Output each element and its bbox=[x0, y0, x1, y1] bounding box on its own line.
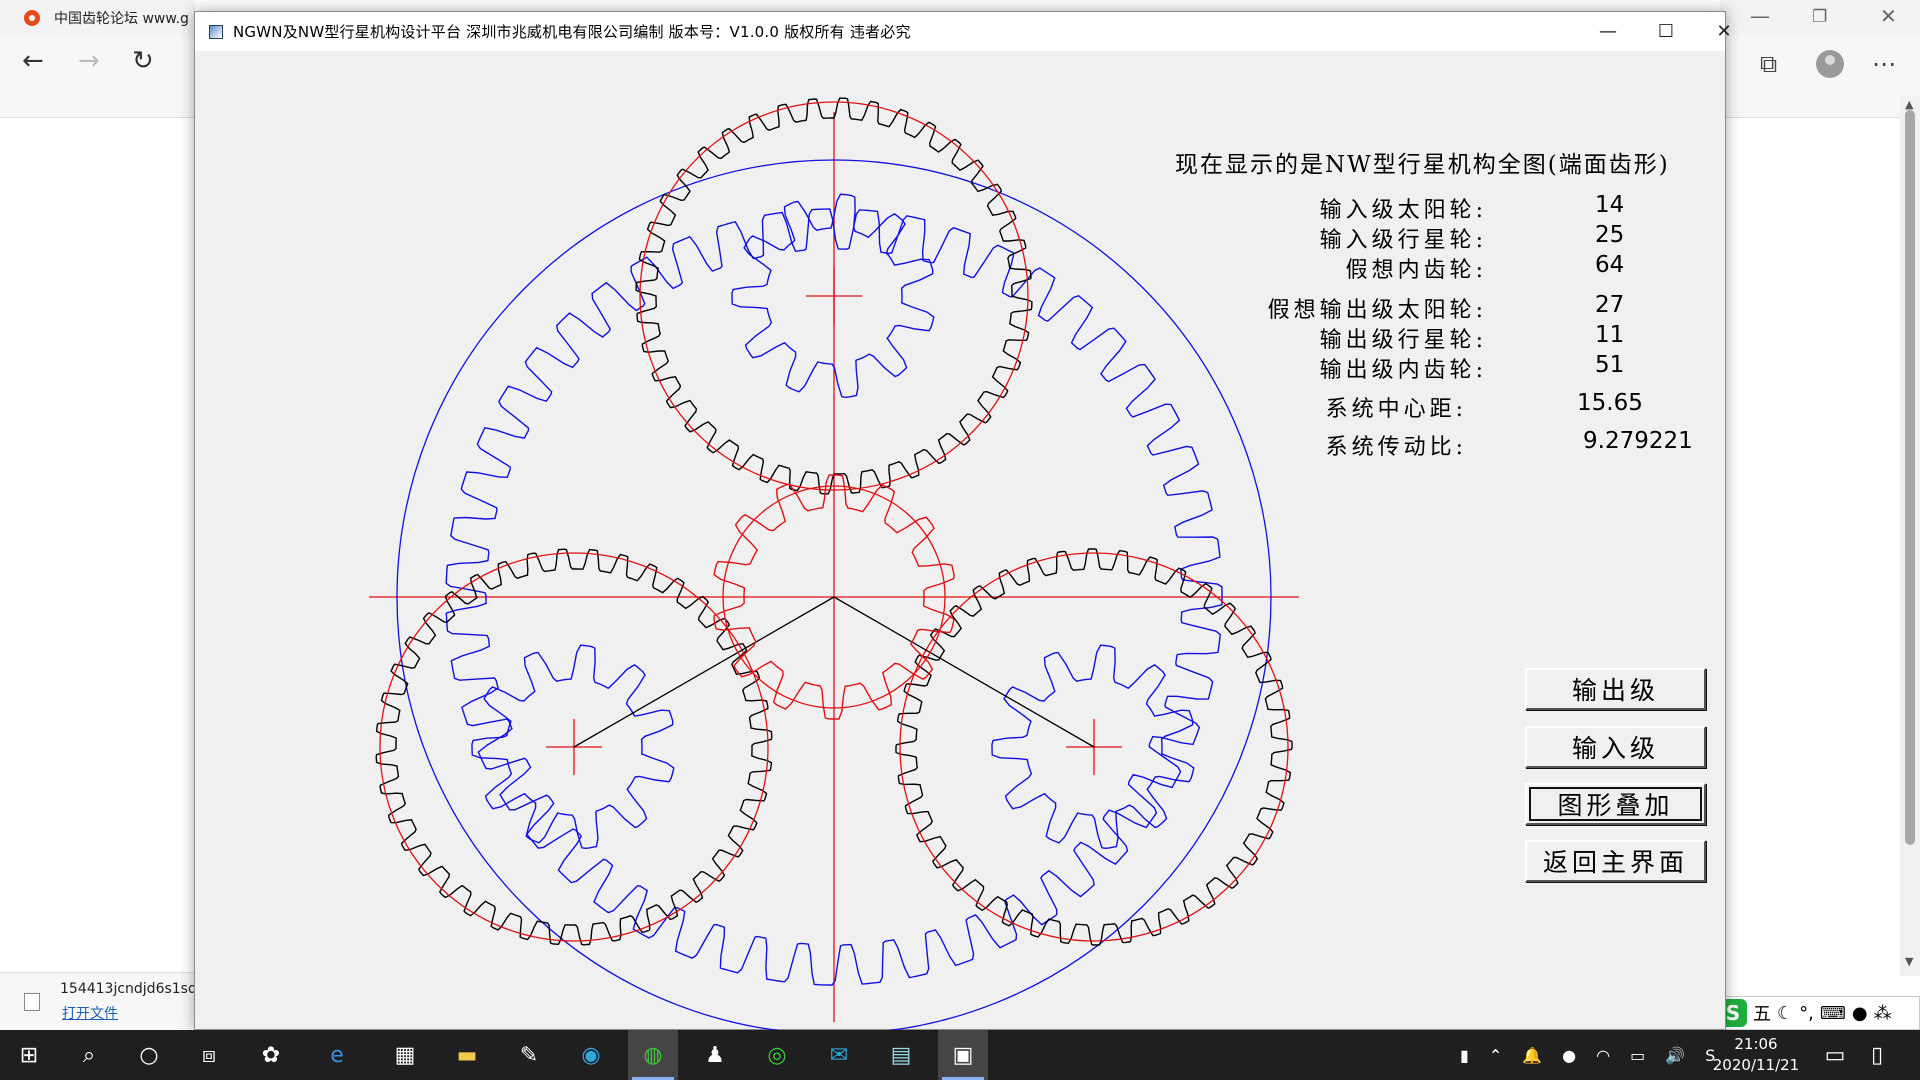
tray-expand-icon[interactable]: ⌃ bbox=[1489, 1046, 1502, 1065]
network-icon[interactable]: ◠ bbox=[1596, 1046, 1610, 1065]
scrollbar-thumb[interactable] bbox=[1905, 110, 1915, 845]
open-file-link[interactable]: 打开文件 bbox=[62, 1003, 118, 1023]
browser-tab[interactable]: 中国齿轮论坛 www.g bbox=[0, 0, 195, 36]
app-icon bbox=[209, 24, 223, 39]
output-stage-button[interactable]: 输出级 bbox=[1525, 668, 1706, 710]
ime-mode-label[interactable]: 五 bbox=[1753, 1000, 1771, 1026]
app-notes-icon[interactable]: ▤ bbox=[876, 1030, 926, 1080]
battery-indicator-icon[interactable]: ▮ bbox=[1460, 1046, 1469, 1065]
punctuation-icon[interactable]: °, bbox=[1799, 1003, 1814, 1024]
minimize-button[interactable]: — bbox=[1579, 12, 1637, 51]
maximize-button[interactable]: ☐ bbox=[1637, 12, 1695, 51]
download-item[interactable]: 154413jcndjd6s1sdl. 打开文件 bbox=[0, 972, 205, 1030]
app-pinwheel-icon[interactable]: ✿ bbox=[246, 1030, 296, 1080]
volume-icon[interactable]: 🔊 bbox=[1665, 1046, 1685, 1065]
carrier-arm-left bbox=[573, 596, 835, 748]
back-arrow-icon[interactable]: ← bbox=[22, 46, 44, 76]
input-stage-button[interactable]: 输入级 bbox=[1525, 726, 1706, 768]
overlay-button[interactable]: 图形叠加 bbox=[1525, 783, 1706, 825]
start-windows-icon[interactable]: ⊞ bbox=[4, 1030, 54, 1080]
app-titlebar[interactable]: NGWN及NW型行星机构设计平台 深圳市兆威机电有限公司编制 版本号：V1.0.… bbox=[195, 12, 1732, 51]
ime-toolbar[interactable]: S 五 ☾ °, ⌨ ● ⁂ bbox=[1712, 996, 1920, 1030]
internet-explorer-icon[interactable]: e bbox=[312, 1030, 362, 1080]
gear-design-app-icon[interactable]: ▣ bbox=[938, 1030, 988, 1080]
search-icon[interactable]: ⌕ bbox=[64, 1030, 114, 1080]
paint-icon[interactable]: ✎ bbox=[504, 1030, 554, 1080]
keyboard-icon[interactable]: ⌨ bbox=[1820, 1003, 1846, 1024]
close-button[interactable]: ✕ bbox=[1695, 12, 1753, 51]
site-favicon-icon bbox=[24, 10, 40, 26]
clock-date: 2020/11/21 bbox=[1712, 1056, 1800, 1074]
user-icon[interactable]: ● bbox=[1852, 1003, 1868, 1024]
grid-icon[interactable]: ⁂ bbox=[1874, 1003, 1892, 1024]
clock-time: 21:06 bbox=[1734, 1035, 1778, 1053]
edge-browser-icon[interactable]: ◉ bbox=[566, 1030, 616, 1080]
battery-icon[interactable]: ▭ bbox=[1630, 1046, 1645, 1065]
tray-app-icon[interactable]: ● bbox=[1562, 1046, 1576, 1065]
forward-arrow-icon[interactable]: → bbox=[78, 46, 100, 76]
calculator-icon[interactable]: ▦ bbox=[380, 1030, 430, 1080]
cortana-circle-icon[interactable]: ○ bbox=[124, 1030, 174, 1080]
qq-penguin-icon[interactable]: ♟ bbox=[690, 1030, 740, 1080]
system-clock[interactable]: 21:06 2020/11/21 bbox=[1706, 1034, 1806, 1076]
file-explorer-icon[interactable]: ▬ bbox=[442, 1030, 492, 1080]
gear-drawing-canvas bbox=[369, 97, 1299, 1030]
more-menu-icon[interactable]: ⋯ bbox=[1872, 50, 1896, 78]
windows-taskbar: ⊞ ⌕ ○ ⧈ ✿ e ▦ ▬ ✎ ◉ ◍ ♟ ◎ ✉ ▤ ▣ ▮ ⌃ 🔔 ● … bbox=[0, 1030, 1920, 1080]
show-desktop-icon[interactable]: ▯ bbox=[1852, 1030, 1902, 1080]
app-mail-icon[interactable]: ✉ bbox=[814, 1030, 864, 1080]
moon-icon[interactable]: ☾ bbox=[1777, 1003, 1793, 1024]
task-view-icon[interactable]: ⧈ bbox=[184, 1030, 234, 1080]
download-file-name: 154413jcndjd6s1sdl. bbox=[60, 981, 206, 997]
scroll-up-icon[interactable]: ▲ bbox=[1905, 98, 1913, 111]
collections-icon[interactable]: ⧉ bbox=[1760, 50, 1777, 78]
notification-bell-icon[interactable]: 🔔 bbox=[1522, 1046, 1542, 1065]
wechat-icon[interactable]: ◍ bbox=[628, 1030, 678, 1080]
refresh-icon[interactable]: ↻ bbox=[132, 46, 154, 76]
browser-close-icon[interactable]: ✕ bbox=[1880, 4, 1897, 28]
browser-tab-title: 中国齿轮论坛 www.g bbox=[54, 11, 189, 27]
360-browser-icon[interactable]: ◎ bbox=[752, 1030, 802, 1080]
window-title: NGWN及NW型行星机构设计平台 深圳市兆威机电有限公司编制 版本号：V1.0.… bbox=[233, 23, 911, 41]
file-icon bbox=[24, 993, 40, 1011]
system-tray: ▮ ⌃ 🔔 ● ◠ ▭ 🔊 S bbox=[1460, 1030, 1715, 1080]
browser-restore-icon[interactable]: ❐ bbox=[1812, 7, 1827, 27]
carrier-arm-right bbox=[833, 596, 1095, 748]
profile-avatar[interactable] bbox=[1816, 50, 1844, 78]
browser-minimize-icon[interactable]: — bbox=[1750, 4, 1770, 28]
back-main-button[interactable]: 返回主界面 bbox=[1525, 840, 1706, 882]
app-window: NGWN及NW型行星机构设计平台 深圳市兆威机电有限公司编制 版本号：V1.0.… bbox=[194, 11, 1732, 1030]
scroll-down-icon[interactable]: ▼ bbox=[1905, 955, 1913, 968]
